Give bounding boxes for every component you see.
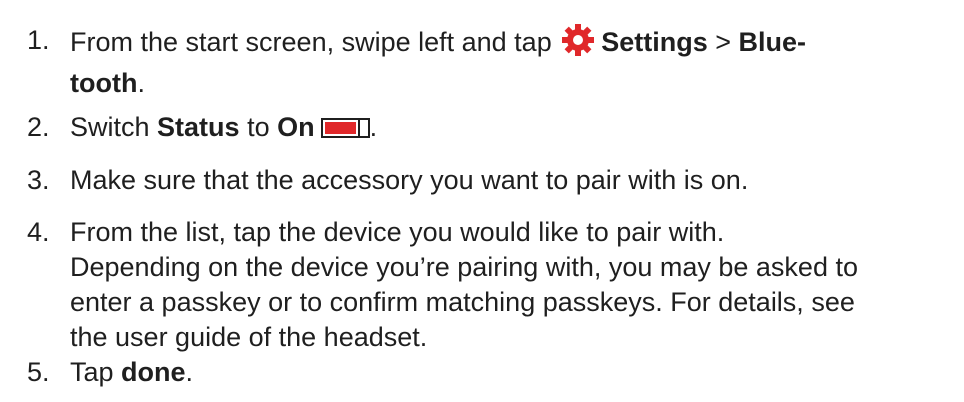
step-text: Make sure that the accessory you want to…	[70, 163, 930, 198]
step-text: From the list, tap the device you would …	[70, 215, 930, 355]
bluetooth-label-part2: tooth	[70, 68, 138, 98]
toggle-fill	[324, 122, 356, 134]
step-text: Switch Status to On.	[70, 110, 930, 145]
status-label: Status	[157, 112, 240, 142]
text-segment: .	[185, 357, 194, 387]
toggle-switch-icon	[320, 118, 370, 138]
on-label: On	[277, 112, 315, 142]
step-line: From the list, tap the device you would …	[70, 217, 725, 247]
done-label: done	[121, 357, 186, 387]
step-number: 2.	[27, 112, 50, 142]
step-text: Tap done.	[70, 355, 930, 390]
step-text: From the start screen, swipe left and ta…	[70, 23, 930, 101]
step-number: 1.	[27, 25, 50, 55]
text-segment: .	[369, 112, 378, 142]
step-line: the user guide of the headset.	[70, 322, 428, 352]
text-segment: >	[707, 27, 739, 57]
settings-label: Settings	[601, 27, 708, 57]
text-segment: Tap	[70, 357, 122, 387]
text-segment: From the start screen, swipe left and ta…	[70, 27, 560, 57]
step-line: Switch Status to On.	[70, 110, 930, 145]
bluetooth-label-part1: Blue-	[738, 27, 807, 57]
gear-icon	[561, 23, 595, 66]
step-line: Depending on the device you’re pairing w…	[70, 252, 858, 282]
step-number: 3.	[27, 165, 50, 195]
text-segment: .	[137, 68, 145, 98]
step-line: Tap done.	[70, 355, 930, 390]
step-number: 4.	[27, 217, 50, 247]
step-line: Make sure that the accessory you want to…	[70, 165, 749, 195]
text-segment: to	[239, 112, 278, 142]
step-number: 5.	[27, 357, 50, 387]
step-line: tooth.	[70, 66, 930, 101]
instructions-page: 1. From the start screen, swipe left and…	[0, 0, 964, 402]
step-line: enter a passkey or to confirm matching p…	[70, 287, 855, 317]
toggle-knob	[357, 118, 370, 138]
step-line: From the start screen, swipe left and ta…	[70, 23, 930, 66]
text-segment: Switch	[70, 112, 158, 142]
